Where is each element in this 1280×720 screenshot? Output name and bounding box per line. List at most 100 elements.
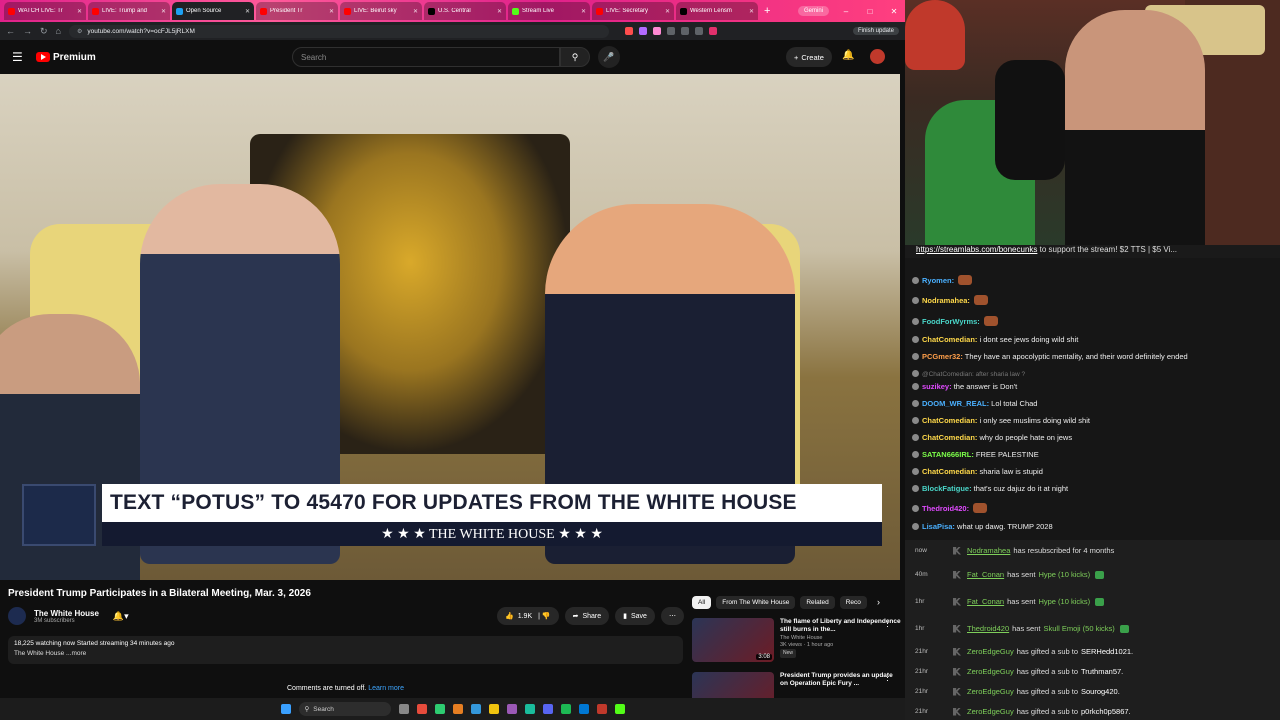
close-tab-icon[interactable]: ✕	[749, 8, 754, 15]
back-icon[interactable]: ←	[6, 26, 15, 36]
youtube-logo[interactable]: Premium	[36, 52, 96, 63]
event-username[interactable]: Fat_Conan	[967, 597, 1004, 606]
event-username[interactable]: Fat_Conan	[967, 570, 1004, 579]
taskbar-app-icon[interactable]	[416, 704, 427, 714]
like-button[interactable]: 👍 1.9K | 👎	[497, 607, 559, 625]
extension-icon[interactable]	[652, 27, 661, 35]
close-tab-icon[interactable]: ✕	[329, 8, 334, 15]
event-username[interactable]: ZeroEdgeGuy	[967, 687, 1014, 696]
dislike-icon[interactable]: | 👎	[536, 612, 551, 620]
create-button[interactable]: + Create	[786, 47, 832, 67]
close-tab-icon[interactable]: ✕	[497, 8, 502, 15]
close-window-icon[interactable]: ✕	[883, 7, 905, 16]
save-button[interactable]: ▮ Save	[615, 607, 655, 625]
browser-tab[interactable]: President Tr ✕	[256, 2, 338, 20]
taskbar-app-icon[interactable]	[596, 704, 607, 714]
extension-icon[interactable]	[624, 27, 633, 35]
channel-avatar[interactable]	[8, 607, 26, 625]
filter-chip[interactable]: Reco	[839, 595, 867, 609]
extension-icon[interactable]	[680, 27, 689, 35]
extension-icon[interactable]	[638, 27, 647, 35]
close-tab-icon[interactable]: ✕	[665, 8, 670, 15]
close-tab-icon[interactable]: ✕	[77, 8, 82, 15]
event-username[interactable]: ZeroEdgeGuy	[967, 707, 1014, 716]
minimize-icon[interactable]: –	[835, 7, 857, 16]
address-bar[interactable]: ⚙ youtube.com/watch?v=ocFJL5jRLXM	[68, 24, 609, 38]
notifications-icon[interactable]: 🔔	[842, 50, 854, 61]
chat-username[interactable]: ChatComedian:	[922, 416, 977, 425]
chat-username[interactable]: suzikey:	[922, 382, 952, 391]
voice-search-button[interactable]: 🎤	[598, 46, 620, 68]
browser-tab[interactable]: Open Source ✕	[172, 2, 254, 20]
video-thumbnail[interactable]: 3:08	[692, 618, 774, 662]
extension-icon[interactable]	[694, 27, 703, 35]
finish-update-button[interactable]: Finish update	[852, 27, 899, 35]
filter-chip[interactable]: Related	[800, 595, 835, 609]
share-button[interactable]: ➦ Share	[564, 607, 610, 625]
more-options-icon[interactable]: ⋮	[883, 672, 892, 683]
forward-icon[interactable]: →	[23, 26, 32, 36]
event-username[interactable]: ZeroEdgeGuy	[967, 667, 1014, 676]
browser-tab[interactable]: WATCH LIVE: Tr ✕	[4, 2, 86, 20]
search-input[interactable]: Search	[292, 47, 560, 67]
chat-username[interactable]: FoodForWyrms:	[922, 317, 980, 326]
close-tab-icon[interactable]: ✕	[413, 8, 418, 15]
browser-tab[interactable]: LIVE: Trump and ✕	[88, 2, 170, 20]
browser-tab[interactable]: LIVE: Beirut sky ✕	[340, 2, 422, 20]
taskbar-app-icon[interactable]	[470, 704, 481, 714]
chevron-right-icon[interactable]: ›	[877, 597, 880, 607]
site-info-icon[interactable]: ⚙	[77, 28, 82, 35]
chat-username[interactable]: DOOM_WR_REAL:	[922, 399, 989, 408]
browser-tab[interactable]: U.S. Central ✕	[424, 2, 506, 20]
chat-username[interactable]: ChatComedian:	[922, 467, 977, 476]
taskbar-app-icon[interactable]	[614, 704, 625, 714]
more-actions-button[interactable]: ⋯	[660, 607, 684, 625]
menu-icon[interactable]: ☰	[12, 50, 36, 64]
ticker-link[interactable]: https://streamlabs.com/bonecunks	[916, 245, 1037, 254]
taskbar-app-icon[interactable]	[434, 704, 445, 714]
browser-tab[interactable]: LIVE: Secretary ✕	[592, 2, 674, 20]
taskbar-app-icon[interactable]	[542, 704, 553, 714]
taskbar-search[interactable]: ⚲ Search	[298, 702, 391, 716]
event-username[interactable]: ZeroEdgeGuy	[967, 647, 1014, 656]
filter-chip[interactable]: From The White House	[716, 595, 796, 609]
taskbar-app-icon[interactable]	[506, 704, 517, 714]
close-tab-icon[interactable]: ✕	[161, 8, 166, 15]
chat-username[interactable]: ChatComedian:	[922, 433, 977, 442]
taskbar-app-icon[interactable]	[398, 704, 409, 714]
chat-username[interactable]: Thedroid420:	[922, 504, 969, 513]
event-username[interactable]: Nodramahea	[967, 546, 1010, 555]
chat-username[interactable]: SATAN666IRL:	[922, 450, 974, 459]
close-tab-icon[interactable]: ✕	[245, 8, 250, 15]
chat-username[interactable]: ChatComedian:	[922, 335, 977, 344]
chat-username[interactable]: Ryomen:	[922, 276, 954, 285]
taskbar-app-icon[interactable]	[524, 704, 535, 714]
browser-tab[interactable]: Stream Live ✕	[508, 2, 590, 20]
maximize-icon[interactable]: □	[859, 7, 881, 16]
reload-icon[interactable]: ↻	[40, 26, 48, 37]
taskbar-app-icon[interactable]	[560, 704, 571, 714]
home-icon[interactable]: ⌂	[56, 26, 61, 36]
extension-icon[interactable]	[708, 27, 717, 35]
chat-username[interactable]: BlockFatigue:	[922, 484, 972, 493]
filter-chip[interactable]: All	[692, 595, 712, 609]
search-button[interactable]: ⚲	[560, 47, 590, 67]
channel-name[interactable]: The White House	[34, 609, 99, 618]
browser-tab[interactable]: Western Lensm ✕	[676, 2, 758, 20]
more-options-icon[interactable]: ⋮	[883, 618, 892, 629]
windows-start-icon[interactable]	[280, 704, 291, 714]
video-description[interactable]: 18,225 watching now Started streaming 34…	[8, 636, 683, 664]
avatar[interactable]	[870, 49, 885, 64]
learn-more-link[interactable]: Learn more	[368, 685, 404, 692]
subscription-bell-icon[interactable]: 🔔▾	[113, 611, 129, 622]
new-tab-button[interactable]: +	[760, 5, 774, 17]
chat-username[interactable]: LisaPisa:	[922, 522, 955, 531]
event-username[interactable]: Thedroid420	[967, 624, 1009, 633]
chat-username[interactable]: PCGmer32:	[922, 352, 963, 361]
close-tab-icon[interactable]: ✕	[581, 8, 586, 15]
extension-icon[interactable]	[666, 27, 675, 35]
video-player[interactable]: TEXT “POTUS” TO 45470 FOR UPDATES FROM T…	[0, 74, 900, 580]
taskbar-app-icon[interactable]	[578, 704, 589, 714]
taskbar-app-icon[interactable]	[488, 704, 499, 714]
taskbar-app-icon[interactable]	[452, 704, 463, 714]
